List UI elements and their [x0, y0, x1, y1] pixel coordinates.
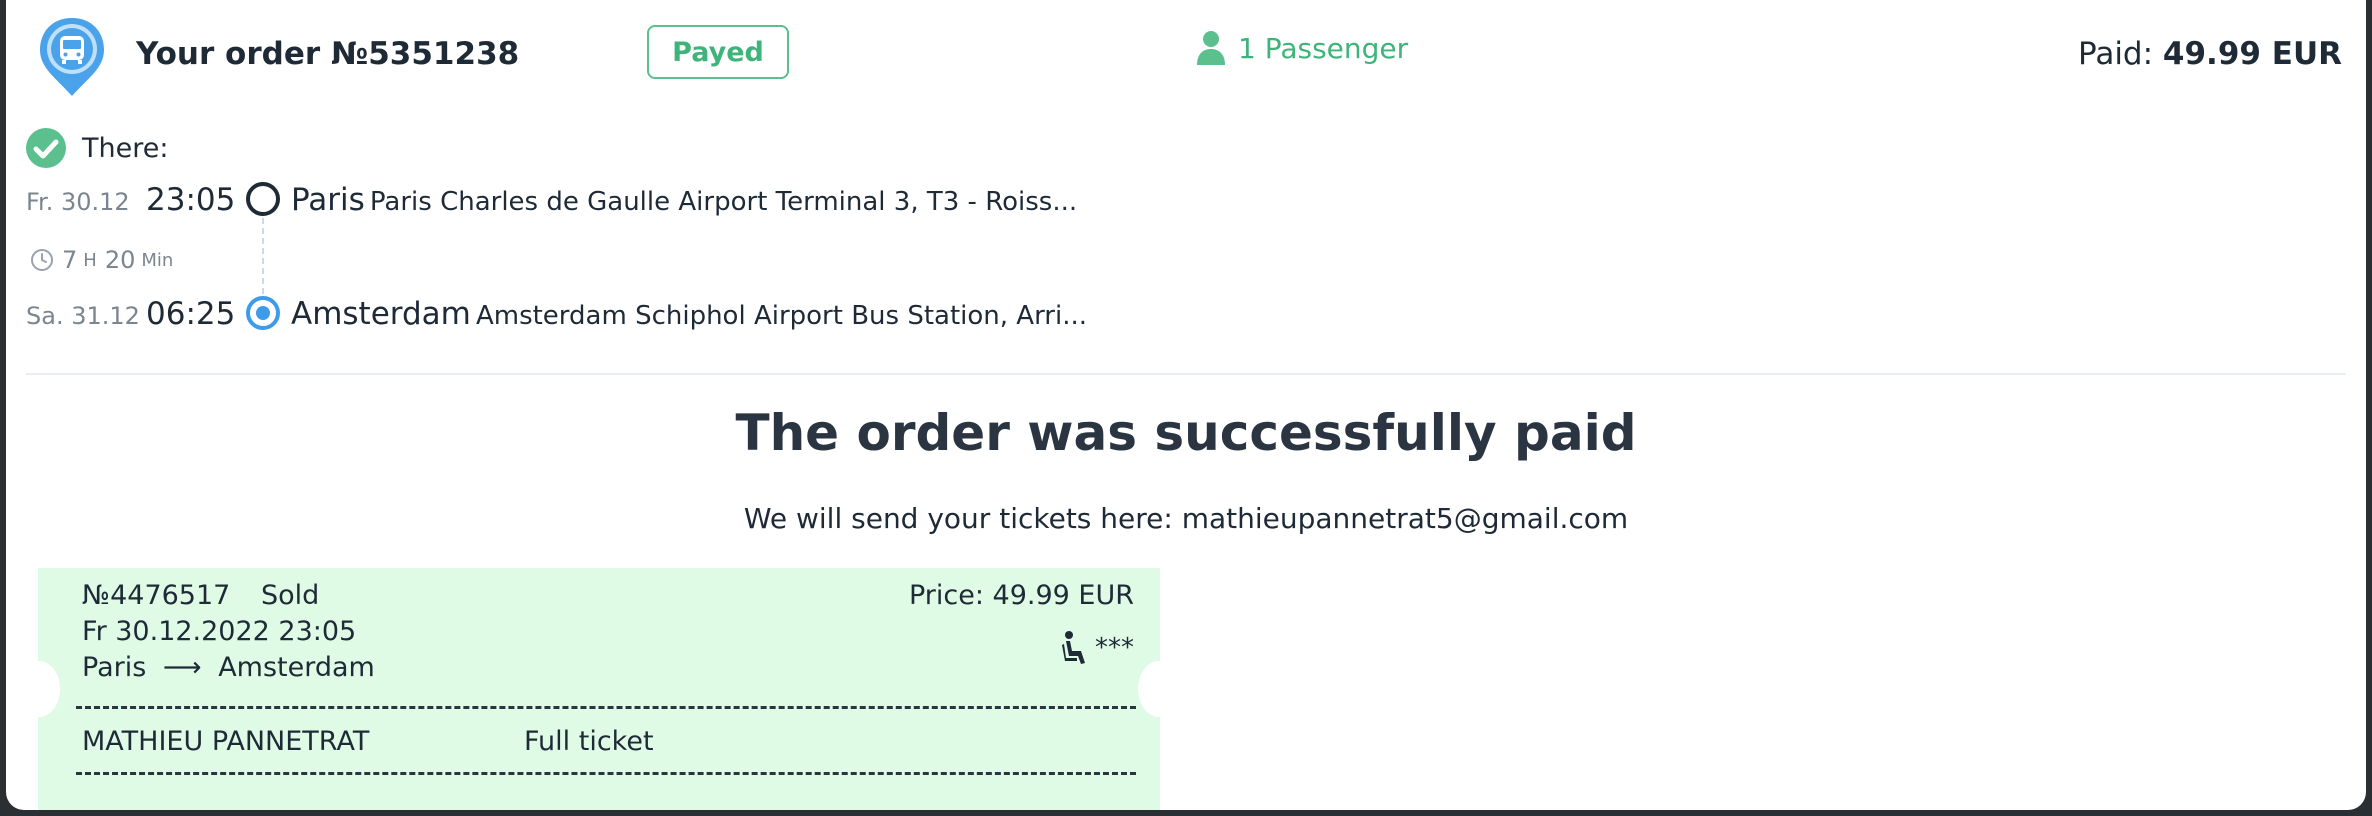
- direction-label: There:: [82, 132, 169, 164]
- route-connector: [262, 218, 264, 304]
- ticket-notch-right: [1138, 661, 1180, 717]
- ticket-to: Amsterdam: [218, 652, 375, 683]
- arrow-right-icon: ⟶: [162, 652, 202, 683]
- paid-amount: 49.99 EUR: [2162, 36, 2342, 72]
- bus-pin-icon: [36, 14, 108, 98]
- section-divider: [26, 373, 2346, 375]
- clock-icon: [31, 249, 53, 271]
- arrival-address: Amsterdam Schiphol Airport Bus Station, …: [475, 301, 1088, 331]
- paid-label: Paid:: [2078, 36, 2154, 72]
- trip-duration: 7 H 20 Min: [30, 246, 173, 274]
- arrival-stop: Amsterdam Amsterdam Schiphol Airport Bus…: [291, 296, 1087, 332]
- order-card: Your order №5351238 Payed 1 Passenger Pa…: [6, 0, 2366, 810]
- ticket-separator: [76, 772, 1136, 775]
- seat-icon: [1062, 631, 1085, 664]
- ticket-from: Paris: [82, 652, 147, 683]
- ticket-notch-left: [18, 661, 60, 717]
- arrival-node-icon: [246, 296, 280, 330]
- passenger-count[interactable]: 1 Passenger: [1196, 30, 1408, 66]
- departure-stop: Paris Paris Charles de Gaulle Airport Te…: [291, 182, 1077, 218]
- ticket-type: Full ticket: [524, 726, 654, 757]
- seat-number: ***: [1095, 633, 1134, 663]
- direction-there: There:: [26, 128, 168, 168]
- arrival-time: 06:25: [146, 296, 236, 332]
- ticket-number: №4476517: [82, 580, 231, 611]
- arrival-date: Sa. 31.12: [26, 302, 140, 330]
- status-badge: Payed: [647, 25, 789, 79]
- duration-minutes: 20: [104, 246, 136, 274]
- paid-total: Paid: 49.99 EUR: [2078, 36, 2342, 72]
- success-subtitle: We will send your tickets here: mathieup…: [743, 502, 1629, 535]
- duration-minutes-unit: Min: [141, 249, 174, 271]
- ticket-route: Paris ⟶ Amsterdam: [82, 652, 375, 683]
- ticket-card[interactable]: №4476517 Sold Price: 49.99 EUR Fr 30.12.…: [18, 568, 1180, 810]
- ticket-passenger-name: MATHIEU PANNETRAT: [82, 726, 370, 757]
- ticket-datetime: Fr 30.12.2022 23:05: [82, 616, 357, 647]
- departure-time: 23:05: [146, 182, 236, 218]
- ticket-status: Sold: [260, 580, 320, 611]
- ticket-seat: ***: [1061, 630, 1134, 666]
- arrival-city: Amsterdam: [291, 296, 471, 332]
- passenger-count-label: 1 Passenger: [1238, 31, 1409, 65]
- ticket-price: Price: 49.99 EUR: [908, 580, 1134, 611]
- user-icon: [1197, 31, 1225, 65]
- success-title: The order was successfully paid: [735, 404, 1637, 462]
- departure-address: Paris Charles de Gaulle Airport Terminal…: [369, 187, 1078, 217]
- check-circle-icon: [26, 128, 66, 168]
- duration-hours-unit: H: [83, 249, 97, 271]
- departure-city: Paris: [291, 182, 365, 218]
- departure-date: Fr. 30.12: [26, 188, 130, 216]
- departure-node-icon: [246, 182, 280, 216]
- ticket-separator: [76, 706, 1136, 709]
- duration-hours: 7: [62, 246, 78, 274]
- order-title: Your order №5351238: [136, 36, 520, 72]
- ticket-header: №4476517 Sold: [82, 580, 319, 611]
